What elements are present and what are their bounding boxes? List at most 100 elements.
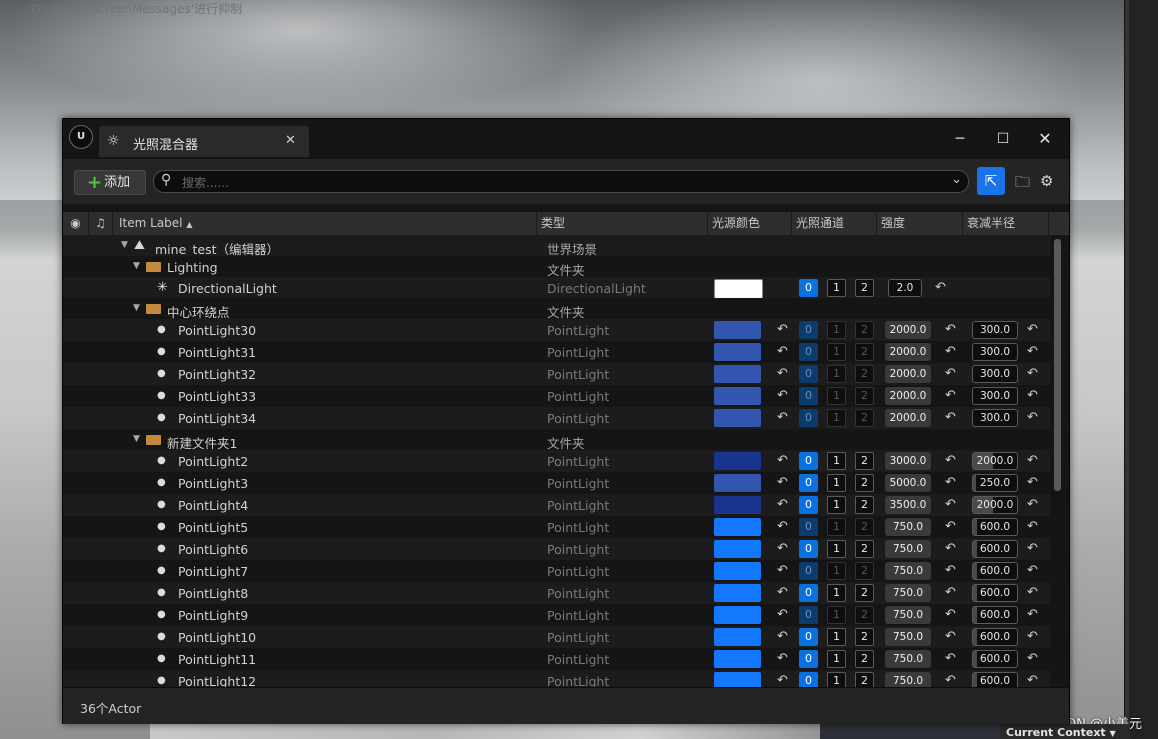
light-color-swatch[interactable] — [714, 606, 761, 624]
revert-intensity-icon[interactable]: ↶ — [945, 607, 956, 622]
revert-intensity-icon[interactable]: ↶ — [945, 388, 956, 403]
revert-intensity-icon[interactable]: ↶ — [945, 541, 956, 556]
revert-color-icon[interactable]: ↶ — [777, 651, 788, 666]
light-color-swatch[interactable] — [714, 279, 763, 299]
attenuation-radius-field[interactable]: 600.0 — [972, 650, 1018, 668]
lighting-channel-2-toggle[interactable]: 2 — [855, 540, 874, 558]
revert-intensity-icon[interactable]: ↶ — [945, 344, 956, 359]
lighting-channel-0-toggle[interactable]: 0 — [799, 409, 818, 427]
revert-radius-icon[interactable]: ↶ — [1027, 629, 1038, 644]
tab-light-mixer[interactable]: ☼ 光照混合器 ✕ — [99, 126, 309, 157]
column-attenuation-radius[interactable]: 衰减半径 — [963, 212, 1049, 235]
attenuation-radius-field[interactable]: 600.0 — [972, 540, 1018, 558]
lighting-channel-1-toggle[interactable]: 1 — [827, 474, 846, 492]
column-light-color[interactable]: 光源颜色 — [708, 212, 792, 235]
intensity-field[interactable]: 750.0 — [885, 562, 931, 580]
lighting-channel-2-toggle[interactable]: 2 — [855, 518, 874, 536]
lighting-channel-2-toggle[interactable]: 2 — [855, 387, 874, 405]
expand-arrow-icon[interactable]: ▼ — [133, 303, 140, 313]
table-row[interactable]: ● PointLight4 PointLight ↶ 0 1 2 3500.0 ↶ 2000.0 ↶ — [63, 494, 1050, 516]
revert-radius-icon[interactable]: ↶ — [1027, 475, 1038, 490]
revert-intensity-icon[interactable]: ↶ — [945, 453, 956, 468]
intensity-field[interactable]: 2000.0 — [885, 387, 931, 405]
revert-intensity-icon[interactable]: ↶ — [945, 673, 956, 687]
revert-color-icon[interactable]: ↶ — [777, 607, 788, 622]
visibility-column-eye-icon[interactable]: ◉ — [63, 212, 89, 235]
lighting-channel-0-toggle[interactable]: 0 — [799, 584, 818, 602]
table-row[interactable]: ● PointLight8 PointLight ↶ 0 1 2 750.0 ↶ 600.0 ↶ — [63, 582, 1050, 604]
add-button[interactable]: + 添加 — [74, 170, 146, 195]
lighting-channel-1-toggle[interactable]: 1 — [827, 409, 846, 427]
lighting-channel-1-toggle[interactable]: 1 — [827, 387, 846, 405]
close-icon[interactable]: ✕ — [285, 133, 296, 148]
light-color-swatch[interactable] — [714, 387, 761, 405]
lighting-channel-1-toggle[interactable]: 1 — [827, 343, 846, 361]
attenuation-radius-field[interactable]: 250.0 — [972, 474, 1018, 492]
attenuation-radius-field[interactable]: 300.0 — [972, 321, 1018, 339]
revert-color-icon[interactable]: ↶ — [777, 629, 788, 644]
table-row[interactable]: ▼ Lighting 文件夹 — [63, 256, 1050, 278]
lighting-channel-0-toggle[interactable]: 0 — [799, 518, 818, 536]
lighting-channel-1-toggle[interactable]: 1 — [827, 562, 846, 580]
lighting-channel-0-toggle[interactable]: 0 — [799, 365, 818, 383]
lighting-channel-2-toggle[interactable]: 2 — [855, 452, 874, 470]
revert-intensity-icon[interactable]: ↶ — [945, 585, 956, 600]
light-color-swatch[interactable] — [714, 650, 761, 668]
table-row[interactable]: ● PointLight34 PointLight ↶ 0 1 2 2000.0 ↶ 300.0 ↶ — [63, 407, 1050, 429]
revert-color-icon[interactable]: ↶ — [777, 322, 788, 337]
lighting-channel-1-toggle[interactable]: 1 — [827, 628, 846, 646]
lighting-channel-0-toggle[interactable]: 0 — [799, 650, 818, 668]
revert-radius-icon[interactable]: ↶ — [1027, 497, 1038, 512]
close-window-button[interactable]: ✕ — [1030, 127, 1060, 151]
revert-color-icon[interactable]: ↶ — [777, 541, 788, 556]
lighting-channel-1-toggle[interactable]: 1 — [827, 279, 846, 297]
lighting-channel-1-toggle[interactable]: 1 — [827, 650, 846, 668]
revert-intensity-icon[interactable]: ↶ — [945, 366, 956, 381]
lighting-channel-1-toggle[interactable]: 1 — [827, 496, 846, 514]
lighting-channel-1-toggle[interactable]: 1 — [827, 672, 846, 687]
intensity-field[interactable]: 750.0 — [885, 606, 931, 624]
expand-arrow-icon[interactable]: ▼ — [121, 240, 128, 250]
search-input[interactable]: ⚲ 搜索...... ⌄ — [153, 170, 969, 193]
light-color-swatch[interactable] — [714, 343, 761, 361]
lighting-channel-2-toggle[interactable]: 2 — [855, 279, 874, 297]
lighting-channel-0-toggle[interactable]: 0 — [799, 540, 818, 558]
attenuation-radius-field[interactable]: 300.0 — [972, 365, 1018, 383]
lighting-channel-2-toggle[interactable]: 2 — [855, 365, 874, 383]
lighting-channel-1-toggle[interactable]: 1 — [827, 540, 846, 558]
revert-color-icon[interactable]: ↶ — [777, 585, 788, 600]
expand-arrow-icon[interactable]: ▼ — [133, 261, 140, 271]
lighting-channel-2-toggle[interactable]: 2 — [855, 343, 874, 361]
revert-radius-icon[interactable]: ↶ — [1027, 673, 1038, 687]
attenuation-radius-field[interactable]: 600.0 — [972, 584, 1018, 602]
lighting-channel-2-toggle[interactable]: 2 — [855, 606, 874, 624]
column-item-label[interactable]: Item Label ▲ — [113, 212, 537, 235]
revert-radius-icon[interactable]: ↶ — [1027, 344, 1038, 359]
lighting-channel-0-toggle[interactable]: 0 — [799, 606, 818, 624]
revert-radius-icon[interactable]: ↶ — [1027, 388, 1038, 403]
revert-radius-icon[interactable]: ↶ — [1027, 541, 1038, 556]
light-color-swatch[interactable] — [714, 518, 761, 536]
attenuation-radius-field[interactable]: 300.0 — [972, 409, 1018, 427]
intensity-field[interactable]: 3000.0 — [885, 452, 931, 470]
vertical-scrollbar[interactable] — [1054, 239, 1061, 491]
light-color-swatch[interactable] — [714, 365, 761, 383]
revert-intensity-icon[interactable]: ↶ — [945, 410, 956, 425]
intensity-field[interactable]: 5000.0 — [885, 474, 931, 492]
light-color-swatch[interactable] — [714, 628, 761, 646]
revert-radius-icon[interactable]: ↶ — [1027, 563, 1038, 578]
intensity-field[interactable]: 2000.0 — [885, 343, 931, 361]
gear-icon[interactable]: ⚙ — [1040, 172, 1053, 190]
revert-color-icon[interactable]: ↶ — [777, 410, 788, 425]
intensity-field[interactable]: 750.0 — [885, 650, 931, 668]
audio-column-headphones-icon[interactable]: ♫ — [89, 212, 113, 235]
revert-color-icon[interactable]: ↶ — [777, 453, 788, 468]
revert-color-icon[interactable]: ↶ — [777, 344, 788, 359]
revert-radius-icon[interactable]: ↶ — [1027, 410, 1038, 425]
intensity-field[interactable]: 2.0 — [888, 279, 922, 297]
revert-intensity-icon[interactable]: ↶ — [945, 497, 956, 512]
expand-arrow-icon[interactable]: ▼ — [133, 434, 140, 444]
table-row[interactable]: ▼ ⛰ mine_test（编辑器） 世界场景 — [63, 235, 1050, 257]
intensity-field[interactable]: 3500.0 — [885, 496, 931, 514]
lighting-channel-2-toggle[interactable]: 2 — [855, 496, 874, 514]
